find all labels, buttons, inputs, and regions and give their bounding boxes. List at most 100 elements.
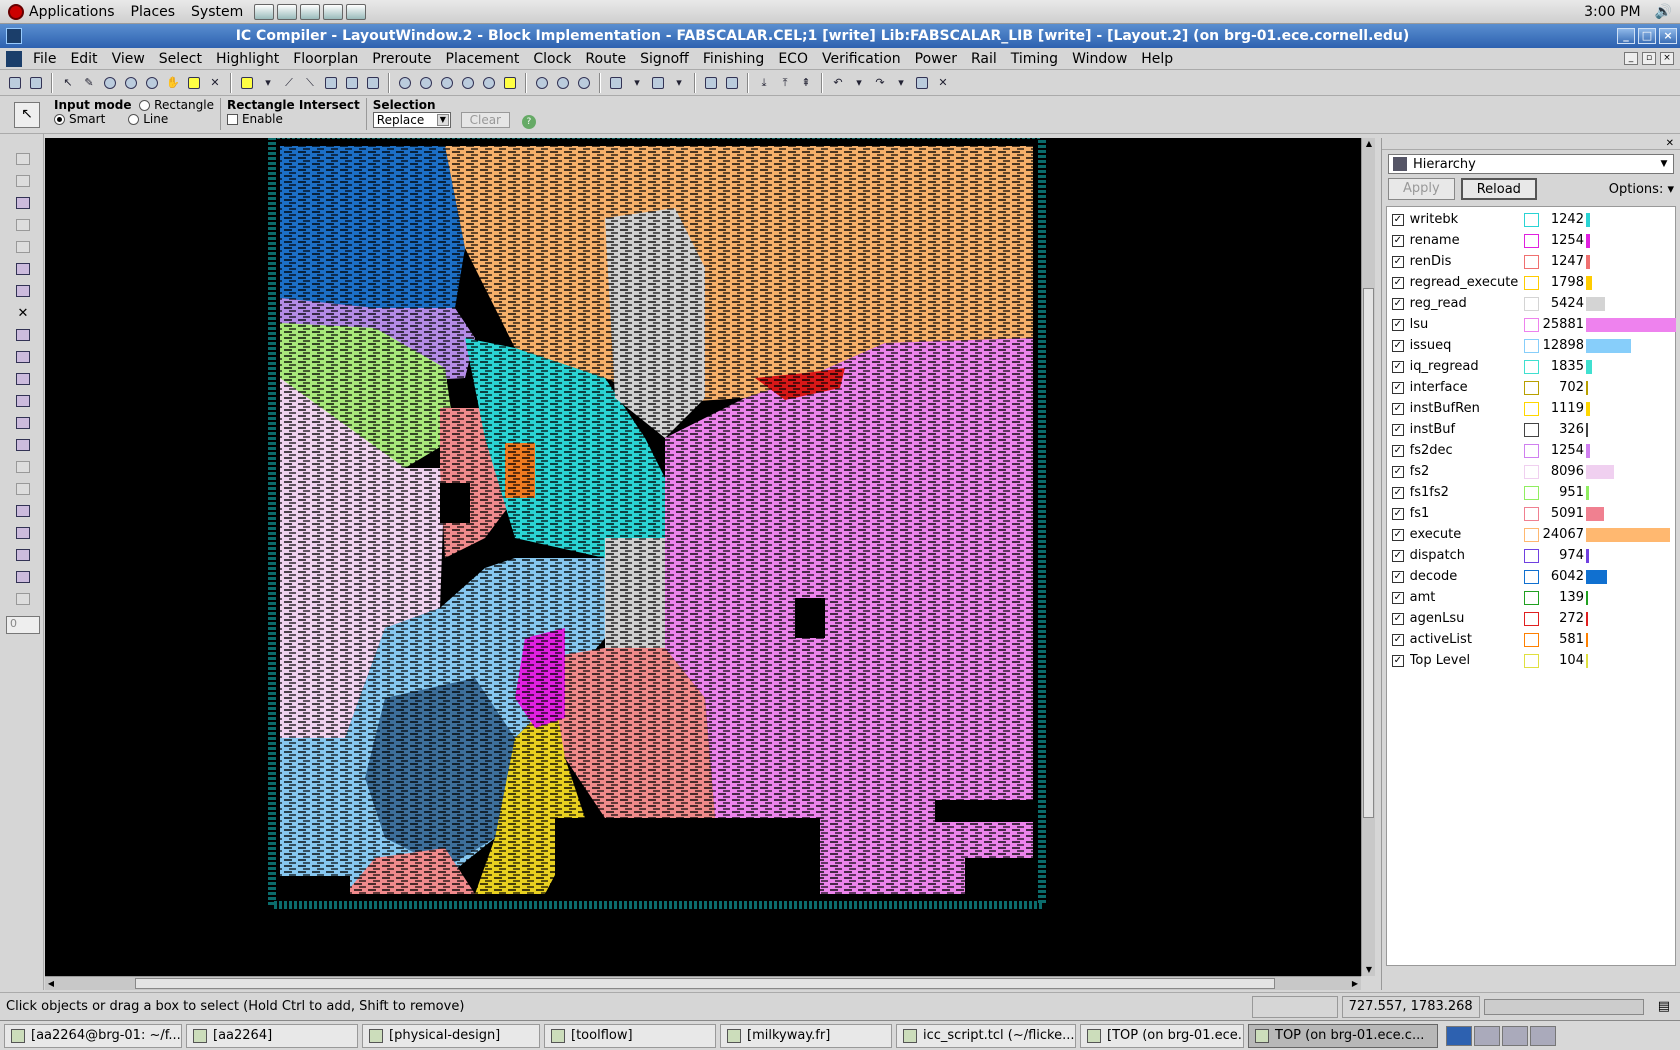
module-color-swatch[interactable] (1523, 443, 1540, 458)
copy-icon[interactable] (12, 238, 34, 256)
group-icon[interactable] (12, 568, 34, 586)
select-poly-icon[interactable] (12, 216, 34, 234)
launcher-icon[interactable] (323, 3, 344, 20)
layout-view[interactable] (45, 138, 1361, 976)
find-next-icon[interactable] (554, 74, 572, 92)
visibility-checkbox[interactable]: ✓ (1392, 654, 1404, 667)
zoom-prev-icon[interactable] (480, 74, 498, 92)
zoom-fit-icon[interactable] (396, 74, 414, 92)
taskbar-window-button[interactable]: icc_script.tcl (~/flicke... (896, 1023, 1076, 1048)
module-color-swatch[interactable] (1523, 653, 1540, 668)
minimize-button[interactable]: _ (1617, 28, 1635, 44)
delete-reference-icon[interactable]: ✕ (934, 74, 952, 92)
hierarchy-row[interactable]: ✓ agenLsu 272 (1387, 608, 1675, 629)
hierarchy-row[interactable]: ✓ fs2 8096 (1387, 461, 1675, 482)
visibility-checkbox[interactable]: ✓ (1392, 318, 1404, 331)
undo-icon[interactable]: ↶ (829, 74, 847, 92)
clear-button[interactable]: Clear (460, 112, 510, 128)
hierarchy-row[interactable]: ✓ renDis 1247 (1387, 251, 1675, 272)
launcher-icon[interactable] (277, 3, 298, 20)
layout-view-icon[interactable] (607, 74, 625, 92)
menu-route[interactable]: Route (578, 51, 633, 67)
panel-grip[interactable]: ✕ (1382, 138, 1680, 150)
visibility-checkbox[interactable]: ✓ (1392, 570, 1404, 583)
module-color-swatch[interactable] (1523, 464, 1540, 479)
dropdown-arrow-icon[interactable]: ▾ (670, 74, 688, 92)
workspace-switcher[interactable] (1446, 1025, 1556, 1046)
brush-icon[interactable]: ⟋ (280, 74, 298, 92)
zoom-box-icon[interactable] (459, 74, 477, 92)
rectangle-radio[interactable] (139, 100, 151, 111)
menu-window[interactable]: Window (1065, 51, 1134, 67)
hierarchy-row[interactable]: ✓ instBuf 326 (1387, 419, 1675, 440)
menu-timing[interactable]: Timing (1004, 51, 1065, 67)
panel-clock[interactable]: 3:00 PM (1584, 4, 1640, 20)
enable-checkbox[interactable] (226, 114, 238, 125)
route-icon[interactable] (12, 546, 34, 564)
visual-mode-icon[interactable] (649, 74, 667, 92)
zoom-half-icon[interactable] (438, 74, 456, 92)
flip-icon[interactable] (12, 480, 34, 498)
panel-close-icon[interactable]: ✕ (1666, 138, 1674, 149)
layer-icon[interactable] (364, 74, 382, 92)
color-palette-icon[interactable] (322, 74, 340, 92)
module-color-swatch[interactable] (1523, 296, 1540, 311)
hierarchy-row[interactable]: ✓ interface 702 (1387, 377, 1675, 398)
highlight-color-icon[interactable] (238, 74, 256, 92)
module-color-swatch[interactable] (1523, 590, 1540, 605)
dropdown-arrow-icon[interactable]: ▾ (892, 74, 910, 92)
log-icon[interactable]: ▤ (1658, 999, 1670, 1014)
vertical-scroll-thumb[interactable] (1363, 288, 1374, 818)
hierarchy-row[interactable]: ✓ writebk 1242 (1387, 209, 1675, 230)
menu-view[interactable]: View (105, 51, 152, 67)
visibility-checkbox[interactable]: ✓ (1392, 633, 1404, 646)
module-color-swatch[interactable] (1523, 506, 1540, 521)
hierarchy-row[interactable]: ✓ reg_read 5424 (1387, 293, 1675, 314)
window-title-bar[interactable]: IC Compiler - LayoutWindow.2 - Block Imp… (0, 24, 1680, 48)
info-icon[interactable] (101, 74, 119, 92)
module-color-swatch[interactable] (1523, 338, 1540, 353)
line-radio[interactable] (128, 114, 140, 125)
taskbar-window-button[interactable]: [toolflow] (544, 1023, 716, 1048)
close-button[interactable]: × (1659, 28, 1677, 44)
scroll-right-icon[interactable]: ▶ (1349, 978, 1361, 990)
pencil-icon[interactable]: ✎ (80, 74, 98, 92)
taskbar-window-button[interactable]: [physical-design] (362, 1023, 540, 1048)
pan-hand-icon[interactable]: ✋ (164, 74, 182, 92)
workspace-button[interactable] (1530, 1025, 1556, 1046)
menu-clock[interactable]: Clock (526, 51, 578, 67)
clear-rulers-icon[interactable]: ✕ (206, 74, 224, 92)
launcher-icon[interactable] (346, 3, 367, 20)
dropdown-arrow-icon[interactable]: ▾ (259, 74, 277, 92)
visibility-checkbox[interactable]: ✓ (1392, 591, 1404, 604)
open-icon[interactable] (6, 74, 24, 92)
scroll-up-icon[interactable]: ▲ (1363, 138, 1375, 150)
menu-power[interactable]: Power (908, 51, 964, 67)
visibility-checkbox[interactable]: ✓ (1392, 381, 1404, 394)
zoom-out-icon[interactable] (143, 74, 161, 92)
redo-icon[interactable]: ↷ (871, 74, 889, 92)
taskbar-window-button[interactable]: [aa2264] (186, 1023, 358, 1048)
speaker-icon[interactable]: 🔊 (1655, 4, 1672, 20)
visibility-checkbox[interactable]: ✓ (1392, 297, 1404, 310)
rotate-icon[interactable] (12, 458, 34, 476)
push-down-icon[interactable]: ⤓ (755, 74, 773, 92)
stamp-icon[interactable] (12, 150, 34, 168)
visibility-checkbox[interactable]: ✓ (1392, 423, 1404, 436)
hierarchy-row[interactable]: ✓ Top Level 104 (1387, 650, 1675, 671)
select-box-icon[interactable] (12, 194, 34, 212)
layout-canvas[interactable] (45, 138, 1361, 976)
split-icon[interactable] (12, 414, 34, 432)
menu-file[interactable]: File (26, 51, 63, 67)
hierarchy-row[interactable]: ✓ fs1fs2 951 (1387, 482, 1675, 503)
reference-icon[interactable] (913, 74, 931, 92)
stamp-alt-icon[interactable] (12, 172, 34, 190)
maximize-button[interactable]: □ (1638, 28, 1656, 44)
mdi-restore-button[interactable]: ▫ (1642, 52, 1656, 65)
scroll-left-icon[interactable]: ◀ (45, 978, 57, 990)
launcher-icon[interactable] (254, 3, 275, 20)
visibility-checkbox[interactable]: ✓ (1392, 276, 1404, 289)
ruler-icon[interactable] (185, 74, 203, 92)
menu-verification[interactable]: Verification (815, 51, 908, 67)
hierarchy-row[interactable]: ✓ regread_execute 1798 (1387, 272, 1675, 293)
